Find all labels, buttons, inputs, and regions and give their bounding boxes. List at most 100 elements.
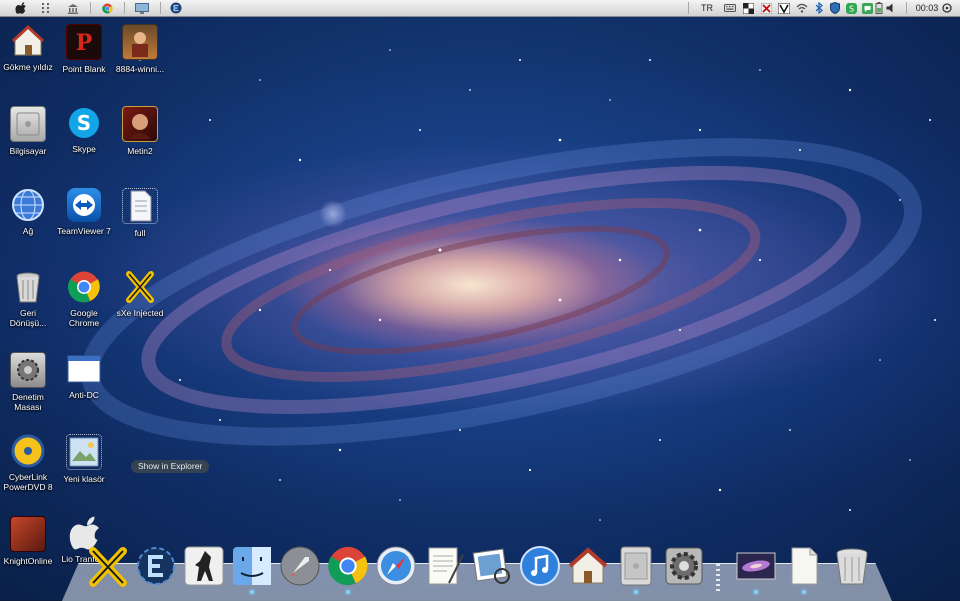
tooltip: Show in Explorer [131, 460, 210, 473]
documents-stack-icon [791, 547, 818, 585]
bank-icon[interactable] [64, 1, 82, 15]
running-indicator [754, 590, 758, 594]
dock-item-chrome[interactable] [326, 544, 370, 588]
dock-item-launchpad[interactable] [278, 544, 322, 588]
desktop-icon-label: Denetim Masası [12, 392, 44, 412]
trash-icon [11, 270, 45, 304]
dock-item-trash[interactable] [830, 544, 874, 588]
chrome-icon[interactable] [98, 1, 116, 15]
bluetooth-icon[interactable] [812, 1, 826, 15]
desktop-icon-skype[interactable]: S Skype [57, 106, 111, 154]
desktop-icon-label: Google Chrome [68, 308, 100, 328]
control-panel-icon [10, 352, 46, 388]
svg-text:S: S [848, 4, 853, 13]
running-indicator [250, 590, 254, 594]
cheat-engine-icon[interactable] [168, 1, 184, 15]
tray-green-icon[interactable]: S [844, 1, 858, 15]
keyboard-icon[interactable] [722, 1, 738, 15]
desktop-icon-google-chrome[interactable]: Google Chrome [57, 270, 111, 328]
rocket-icon [280, 546, 320, 586]
chrome-icon [67, 270, 101, 304]
screen-icon[interactable] [132, 1, 152, 15]
tray-checker-icon[interactable] [740, 1, 756, 15]
dock-item-itunes[interactable] [518, 544, 562, 588]
desktop-icon-label: Skype [72, 144, 96, 154]
dock-item-desktop-stack[interactable] [734, 544, 778, 588]
skype-icon: S [67, 106, 101, 140]
spotlight-icon[interactable] [940, 1, 954, 15]
desktop-icon-label: KnightOnline [3, 556, 53, 566]
desktop-icon-point-blank[interactable]: P Point Blank [57, 24, 111, 74]
text-edit-icon [428, 547, 464, 585]
preview-photos-icon [472, 548, 510, 584]
clock[interactable]: 00:03 [912, 1, 942, 15]
menubar-separator [688, 2, 689, 14]
desktop-icon-full[interactable]: full [113, 188, 167, 238]
dock-item-textedit[interactable] [422, 544, 466, 588]
svg-text:P: P [76, 30, 93, 56]
desktop-icon-metin2[interactable]: Metin2 [113, 106, 167, 156]
wifi-icon[interactable] [794, 1, 810, 15]
computer-icon [10, 106, 46, 142]
counter-strike-icon [184, 546, 224, 586]
desktop-icon-sxe-injected[interactable]: sXe Injected [113, 270, 167, 318]
teamviewer-icon [67, 188, 101, 222]
dock-item-counter-strike[interactable] [182, 544, 226, 588]
point-blank-icon: P [66, 24, 102, 60]
cheat-engine-icon [137, 547, 175, 585]
volume-icon[interactable] [884, 1, 898, 15]
dock-item-safari[interactable] [374, 544, 418, 588]
grid-icon[interactable] [38, 1, 54, 15]
desktop-icon-gokme-yildiz[interactable]: Gökme yıldız [1, 24, 55, 72]
language-indicator[interactable]: TR [698, 1, 716, 15]
desktop-icon-label: Anti-DC [69, 390, 99, 400]
desktop-icon-label: Ağ [22, 226, 34, 236]
dock-item-sxe[interactable] [86, 544, 130, 588]
desktop-icon-denetim-masasi[interactable]: Denetim Masası [1, 352, 55, 412]
desktop-icon-cyberlink[interactable]: CyberLink PowerDVD 8 [1, 434, 55, 492]
folder-icon [66, 434, 102, 470]
home-icon [568, 547, 608, 584]
desktop-icon-label: Bilgisayar [9, 146, 47, 156]
running-indicator [634, 590, 638, 594]
tray-shield-icon[interactable] [828, 1, 842, 15]
running-indicator [802, 590, 806, 594]
menubar-separator [124, 2, 125, 14]
system-preferences-icon [665, 547, 703, 585]
dock-item-home[interactable] [566, 544, 610, 588]
desktop-icon-label: full [134, 228, 146, 238]
desktop-icon-label: CyberLink PowerDVD 8 [3, 472, 53, 492]
window-icon [67, 352, 101, 386]
desktop-icon-anti-dc[interactable]: Anti-DC [57, 352, 111, 400]
photo-icon [122, 24, 158, 60]
dock-item-finder[interactable] [230, 544, 274, 588]
desktop-icon-knightonline[interactable]: KnightOnline [1, 516, 55, 566]
desktop-icon-teamviewer[interactable]: TeamViewer 7 [57, 188, 111, 236]
desktop-icon-label: Geri Dönüşü... [9, 308, 47, 328]
dock-item-preview[interactable] [470, 544, 514, 588]
desktop-icon-label: TeamViewer 7 [57, 226, 111, 236]
dock-item-system-preferences[interactable] [662, 544, 706, 588]
desktop-icon-label: Gökme yıldız [3, 62, 53, 72]
menubar-separator [90, 2, 91, 14]
desktop-icon-yeni-klasor[interactable]: Yeni klasör [57, 434, 111, 484]
desktop-icon-8884-winning[interactable]: 8884-winni... [113, 24, 167, 74]
network-globe-icon [11, 188, 45, 222]
desktop-icon-ag[interactable]: Ağ [1, 188, 55, 236]
desktop-icon-label: Metin2 [127, 146, 153, 156]
menubar-separator [160, 2, 161, 14]
dock-item-cheat-engine[interactable] [134, 544, 178, 588]
dock-item-documents[interactable] [782, 544, 826, 588]
finder-icon [233, 547, 271, 585]
dock-item-computer[interactable] [614, 544, 658, 588]
menu-bar: TR S 00:03 [0, 0, 960, 17]
trash-icon [836, 548, 868, 585]
powerdvd-icon [11, 434, 45, 468]
desktop-icon-bilgisayar[interactable]: Bilgisayar [1, 106, 55, 156]
tray-flag-icon[interactable] [758, 1, 774, 15]
running-indicator [346, 590, 350, 594]
tray-xv-icon[interactable] [776, 1, 792, 15]
desktop-icon-label: 8884-winni... [115, 64, 165, 74]
desktop-icon-geri-donusum[interactable]: Geri Dönüşü... [1, 270, 55, 328]
apple-icon[interactable] [12, 1, 28, 15]
